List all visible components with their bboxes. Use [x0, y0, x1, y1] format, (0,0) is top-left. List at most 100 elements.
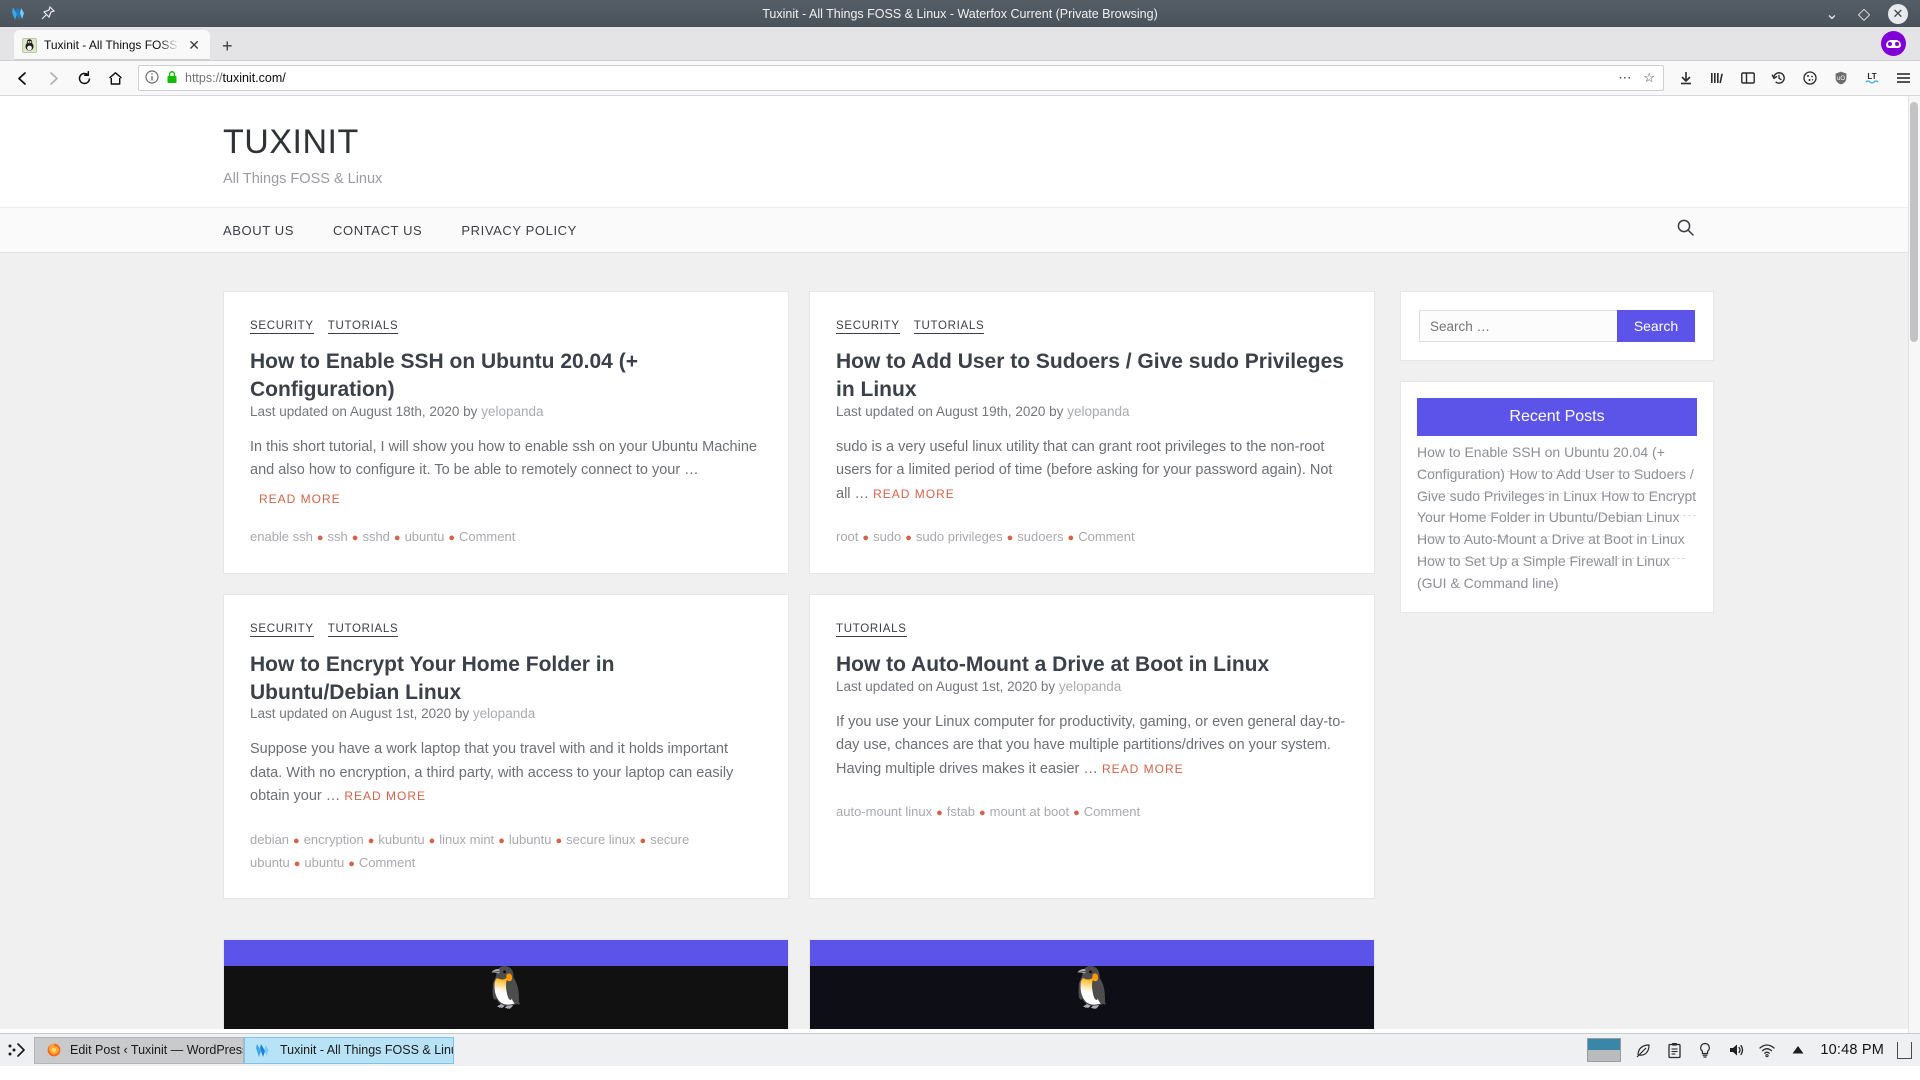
comment-link[interactable]: Comment — [1078, 529, 1134, 544]
post-card-image[interactable]: 🐧 — [223, 939, 789, 1030]
url-host: tuxinit.com — [222, 71, 283, 85]
page-actions-button[interactable]: ⋯ — [1618, 70, 1631, 86]
tag-link[interactable]: debian — [250, 832, 289, 847]
post-author[interactable]: yelopanda — [481, 404, 543, 419]
restore-button[interactable]: ◇ — [1856, 6, 1872, 23]
comment-link[interactable]: Comment — [359, 855, 415, 870]
category-link[interactable]: Security — [250, 320, 314, 335]
read-more-link[interactable]: Read More — [344, 789, 426, 803]
post-card-image[interactable]: 🐧 — [809, 939, 1375, 1030]
reload-button[interactable] — [70, 65, 98, 91]
volume-icon[interactable] — [1727, 1041, 1745, 1059]
show-desktop-icon[interactable] — [1897, 1041, 1912, 1059]
post-excerpt: Suppose you have a work laptop that you … — [250, 738, 762, 808]
tag-link[interactable]: root — [836, 529, 858, 544]
category-link[interactable]: Security — [250, 623, 314, 638]
site-title[interactable]: TUXINIT — [223, 123, 1719, 161]
menu-icon[interactable] — [1894, 69, 1912, 87]
new-tab-button[interactable]: + — [222, 37, 233, 55]
address-bar[interactable]: https://tuxinit.com/ ⋯ ☆ — [138, 65, 1664, 91]
tag-link[interactable]: mount at boot — [990, 804, 1070, 819]
clipboard-icon[interactable] — [1665, 1041, 1683, 1059]
post-title[interactable]: How to Auto-Mount a Drive at Boot in Lin… — [836, 653, 1269, 676]
tag-link[interactable]: ssh — [328, 529, 348, 544]
post-date: Last updated on August 19th, 2020 by — [836, 403, 1068, 419]
languagetool-icon[interactable]: LT — [1863, 69, 1881, 87]
expand-tray-icon[interactable] — [1789, 1041, 1807, 1059]
back-button[interactable] — [8, 65, 36, 91]
app-menu-button[interactable] — [0, 1034, 34, 1066]
ublock-origin-icon[interactable]: uO — [1832, 69, 1850, 87]
taskbar-window-button[interactable]: Tuxinit - All Things FOSS & Linux - … — [244, 1036, 454, 1064]
tag-link[interactable]: linux mint — [439, 832, 494, 847]
pin-icon[interactable] — [40, 5, 58, 23]
waterfox-icon — [255, 1042, 272, 1059]
post-title[interactable]: How to Enable SSH on Ubuntu 20.04 (+ Con… — [250, 350, 638, 401]
taskbar-clock[interactable]: 10:48 PM — [1820, 1042, 1884, 1058]
svg-text:LT: LT — [1867, 72, 1876, 81]
bookmark-star-icon[interactable]: ☆ — [1643, 70, 1655, 86]
cookie-icon[interactable] — [1801, 69, 1819, 87]
tag-link[interactable]: lubuntu — [509, 832, 552, 847]
comment-link[interactable]: Comment — [459, 529, 515, 544]
page-scrollbar[interactable] — [1908, 96, 1920, 1033]
search-input[interactable] — [1419, 310, 1617, 343]
tag-link[interactable]: sshd — [362, 529, 389, 544]
post-author[interactable]: yelopanda — [1067, 404, 1129, 419]
category-link[interactable]: Tutorials — [327, 623, 399, 638]
tag-link[interactable]: ubuntu — [304, 855, 344, 870]
search-widget: Search — [1400, 291, 1714, 362]
site-identity-icon[interactable] — [145, 69, 159, 87]
tag-link[interactable]: encryption — [304, 832, 364, 847]
read-more-link[interactable]: Read More — [1102, 762, 1184, 776]
tag-link[interactable]: enable ssh — [250, 529, 313, 544]
category-link[interactable]: Security — [836, 320, 900, 335]
category-link[interactable]: Tutorials — [327, 320, 399, 335]
nav-item-privacy-policy[interactable]: Privacy Policy — [461, 223, 577, 238]
nav-item-about-us[interactable]: About Us — [223, 223, 294, 238]
wifi-icon[interactable] — [1758, 1041, 1776, 1059]
url-text[interactable]: https://tuxinit.com/ — [185, 71, 1611, 85]
tag-link[interactable]: kubuntu — [378, 832, 424, 847]
leaf-icon[interactable] — [1634, 1041, 1652, 1059]
post-author[interactable]: yelopanda — [473, 706, 535, 721]
tag-link[interactable]: sudo privileges — [916, 529, 1003, 544]
nav-item-contact-us[interactable]: Contact Us — [333, 223, 422, 238]
downloads-icon[interactable] — [1677, 69, 1695, 87]
page-viewport: TUXINIT All Things FOSS & Linux About Us… — [0, 96, 1920, 1033]
tag-link[interactable]: ubuntu — [405, 529, 445, 544]
bulb-icon[interactable] — [1696, 1041, 1714, 1059]
toolbar-icon-group: uO LT — [1673, 69, 1912, 87]
forward-button[interactable] — [39, 65, 67, 91]
history-icon[interactable] — [1770, 69, 1788, 87]
recent-post-link[interactable]: How to Set Up a Simple Firewall in Linux… — [1417, 542, 1670, 602]
tag-link[interactable]: sudo — [873, 529, 901, 544]
sidebar: Search Recent Posts How to Enable SSH on… — [1400, 291, 1714, 633]
tag-link[interactable]: fstab — [947, 804, 975, 819]
post-title[interactable]: How to Add User to Sudoers / Give sudo P… — [836, 350, 1344, 401]
browser-tab[interactable]: Tuxinit - All Things FOSS & Linux ✕ — [14, 30, 210, 60]
category-link[interactable]: Tutorials — [836, 623, 907, 638]
post-title[interactable]: How to Encrypt Your Home Folder in Ubunt… — [250, 653, 614, 704]
tag-link[interactable]: sudoers — [1017, 529, 1063, 544]
home-button[interactable] — [101, 65, 129, 91]
post-author[interactable]: yelopanda — [1059, 679, 1121, 694]
category-link[interactable]: Tutorials — [913, 320, 985, 335]
tag-link[interactable]: auto-mount linux — [836, 804, 932, 819]
post-card: Security Tutorials How to Add User to Su… — [809, 291, 1375, 575]
minimize-button[interactable]: ⌄ — [1824, 6, 1840, 23]
scrollbar-thumb[interactable] — [1910, 102, 1918, 342]
search-icon[interactable] — [1676, 218, 1695, 242]
tab-close-icon[interactable]: ✕ — [186, 38, 202, 52]
read-more-link[interactable]: Read More — [873, 487, 955, 501]
search-button[interactable]: Search — [1617, 310, 1695, 343]
close-button[interactable]: ✕ — [1888, 3, 1908, 24]
sidebar-icon[interactable] — [1739, 69, 1757, 87]
search-form: Search — [1419, 310, 1695, 343]
workspace-switcher[interactable] — [1587, 1038, 1622, 1062]
taskbar-window-button[interactable]: Edit Post ‹ Tuxinit — WordPress - … — [34, 1036, 244, 1064]
library-icon[interactable] — [1708, 69, 1726, 87]
comment-link[interactable]: Comment — [1084, 804, 1140, 819]
read-more-link[interactable]: Read More — [259, 492, 762, 506]
tag-link[interactable]: secure linux — [566, 832, 635, 847]
